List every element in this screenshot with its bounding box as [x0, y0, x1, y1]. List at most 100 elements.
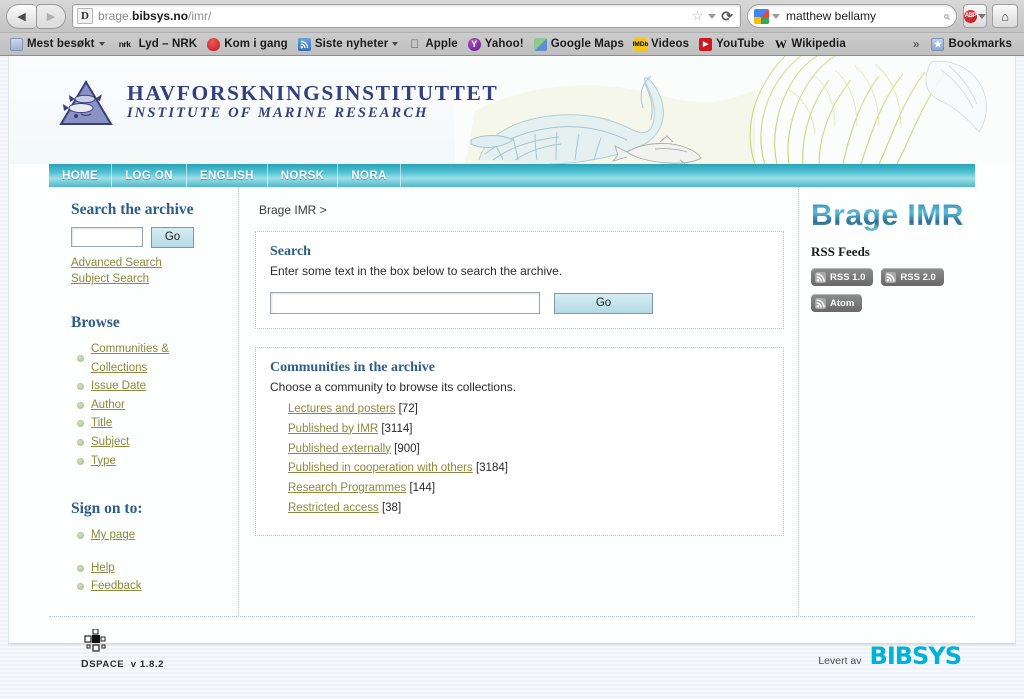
community-link-restricted-access[interactable]: Restricted access	[288, 502, 379, 514]
nav-item-home[interactable]: HOME	[49, 164, 113, 187]
list-item[interactable]: Title	[71, 414, 226, 433]
folder-icon	[10, 37, 23, 51]
community-link-published-by-imr[interactable]: Published by IMR	[288, 423, 378, 435]
bookmark-videos[interactable]: IMDb Videos	[630, 37, 695, 52]
browse-link-communities[interactable]: Communities & Collections	[91, 340, 226, 377]
community-link-research-programmes[interactable]: Research Programmes	[288, 482, 406, 494]
advanced-search-link[interactable]: Advanced Search	[71, 255, 226, 272]
atom-button[interactable]: Atom	[811, 294, 863, 312]
rss-2-0-button[interactable]: RSS 2.0	[881, 268, 944, 286]
adblock-chevron-icon[interactable]	[978, 13, 986, 19]
dspace-logo[interactable]: DSPACE v 1.8.2	[59, 629, 164, 670]
dspace-version: v 1.8.2	[130, 659, 164, 671]
bookmark-label: YouTube	[716, 38, 765, 50]
list-item[interactable]: Communities & Collections	[71, 340, 226, 377]
bookmarks-star-icon: ★	[931, 37, 945, 51]
nav-item-english[interactable]: ENGLISH	[187, 164, 268, 187]
search-panel-description: Enter some text in the box below to sear…	[270, 264, 563, 278]
bookmark-mest-besokt[interactable]: Mest besøkt	[6, 37, 111, 52]
search-engine-chevron-icon[interactable]	[772, 13, 780, 19]
bookmark-star-icon[interactable]: ☆	[692, 8, 704, 24]
list-item[interactable]: Feedback	[71, 577, 226, 596]
rss-button-label: RSS 1.0	[830, 271, 866, 283]
bullet-icon	[77, 583, 84, 591]
url-prefix: brage.	[98, 9, 133, 23]
browse-link-type[interactable]: Type	[91, 452, 116, 471]
overflow-chevron-icon[interactable]: »	[905, 37, 928, 51]
main-column: Brage IMR > Search Enter some text in th…	[239, 187, 799, 617]
search-panel-heading: Search	[270, 244, 311, 259]
adblock-button[interactable]: ABP	[963, 4, 987, 28]
home-button[interactable]: ⌂	[992, 4, 1018, 28]
sidebar-go-button[interactable]: Go	[151, 226, 194, 248]
browse-link-title[interactable]: Title	[91, 414, 112, 433]
browse-link-issue-date[interactable]: Issue Date	[91, 377, 146, 396]
url-domain: bibsys.no	[132, 9, 189, 23]
apple-icon: 	[408, 37, 421, 51]
search-input[interactable]: matthew bellamy	[786, 9, 943, 23]
rss-1-0-button[interactable]: RSS 1.0	[811, 268, 874, 286]
list-item[interactable]: Subject	[71, 433, 226, 452]
bookmark-label: Wikipedia	[791, 38, 846, 50]
search-icon[interactable]: ⌕	[943, 9, 950, 24]
subject-search-link[interactable]: Subject Search	[71, 271, 226, 288]
community-link-published-externally[interactable]: Published externally	[288, 443, 391, 455]
list-item[interactable]: Type	[71, 452, 226, 471]
bookmark-google-maps[interactable]: Google Maps	[530, 37, 630, 52]
bookmark-kom-i-gang[interactable]: Kom i gang	[203, 37, 294, 52]
bookmark-siste-nyheter[interactable]: Siste nyheter	[294, 37, 405, 52]
community-count: [900]	[394, 442, 420, 455]
nav-item-nora[interactable]: NORA	[338, 164, 401, 187]
feedback-link[interactable]: Feedback	[91, 577, 142, 596]
bullet-icon	[77, 457, 84, 465]
bookmark-label: Yahoo!	[484, 38, 524, 50]
page-footer: DSPACE v 1.8.2 Levert av BIBSYS	[49, 616, 975, 680]
nav-buttons: ◀ ▶	[6, 3, 66, 29]
breadcrumb[interactable]: Brage IMR >	[259, 203, 784, 217]
signon-list: My page	[71, 526, 226, 545]
brage-imr-logo: Brage IMR	[811, 199, 964, 232]
nav-item-log-on[interactable]: LOG ON	[112, 164, 187, 187]
bookmark-wikipedia[interactable]: W Wikipedia	[770, 37, 851, 52]
help-link[interactable]: Help	[91, 559, 115, 578]
address-bar[interactable]: D brage.bibsys.no/imr/ ☆ ⟳	[72, 4, 741, 28]
back-button[interactable]: ◀	[6, 3, 36, 29]
home-icon: ⌂	[1001, 8, 1009, 24]
browser-search-bar[interactable]: matthew bellamy ⌕	[747, 4, 957, 28]
browse-link-subject[interactable]: Subject	[91, 433, 129, 452]
bookmark-apple[interactable]:  Apple	[404, 37, 463, 52]
nav-filler	[401, 164, 975, 187]
rss-button-label: Atom	[830, 297, 855, 309]
list-item[interactable]: Author	[71, 396, 226, 415]
list-item[interactable]: My page	[71, 526, 226, 545]
google-icon[interactable]	[754, 8, 769, 24]
main-go-button[interactable]: Go	[554, 292, 653, 314]
page-bottom-shadow	[8, 644, 1016, 647]
chevron-down-icon[interactable]	[708, 13, 717, 19]
communities-list: Lectures and posters [72] Published by I…	[270, 400, 769, 519]
youtube-icon: ▶	[699, 37, 713, 51]
browse-link-author[interactable]: Author	[91, 396, 125, 415]
bookmark-lyd-nrk[interactable]: nrk Lyd – NRK	[111, 37, 204, 52]
main-search-input[interactable]	[270, 292, 540, 314]
google-maps-icon	[533, 37, 547, 51]
community-link-published-in-cooperation[interactable]: Published in cooperation with others	[288, 462, 473, 474]
bookmark-yahoo[interactable]: Y Yahoo!	[464, 37, 530, 52]
browser-nav-row: ◀ ▶ D brage.bibsys.no/imr/ ☆ ⟳ matthew b…	[0, 0, 1024, 32]
chevron-down-icon[interactable]	[392, 42, 399, 46]
chevron-down-icon[interactable]	[98, 42, 105, 46]
bookmarks-menu-button[interactable]: ★ Bookmarks	[927, 37, 1018, 52]
marine-illustration	[455, 56, 1015, 164]
reload-icon[interactable]: ⟳	[721, 8, 733, 25]
signon-link-my-page[interactable]: My page	[91, 526, 135, 545]
forward-button[interactable]: ▶	[36, 3, 66, 29]
sidebar-search-input[interactable]	[71, 227, 143, 248]
site-favicon-icon: D	[77, 8, 93, 24]
imr-logo[interactable]: HAVFORSKNINGSINSTITUTTET INSTITUTE OF MA…	[59, 80, 498, 126]
bookmark-youtube[interactable]: ▶ YouTube	[695, 37, 770, 52]
community-link-lectures-and-posters[interactable]: Lectures and posters	[288, 403, 395, 415]
dspace-mark-icon	[84, 629, 106, 652]
nav-item-norsk[interactable]: NORSK	[268, 164, 339, 187]
list-item[interactable]: Issue Date	[71, 377, 226, 396]
list-item[interactable]: Help	[71, 559, 226, 578]
